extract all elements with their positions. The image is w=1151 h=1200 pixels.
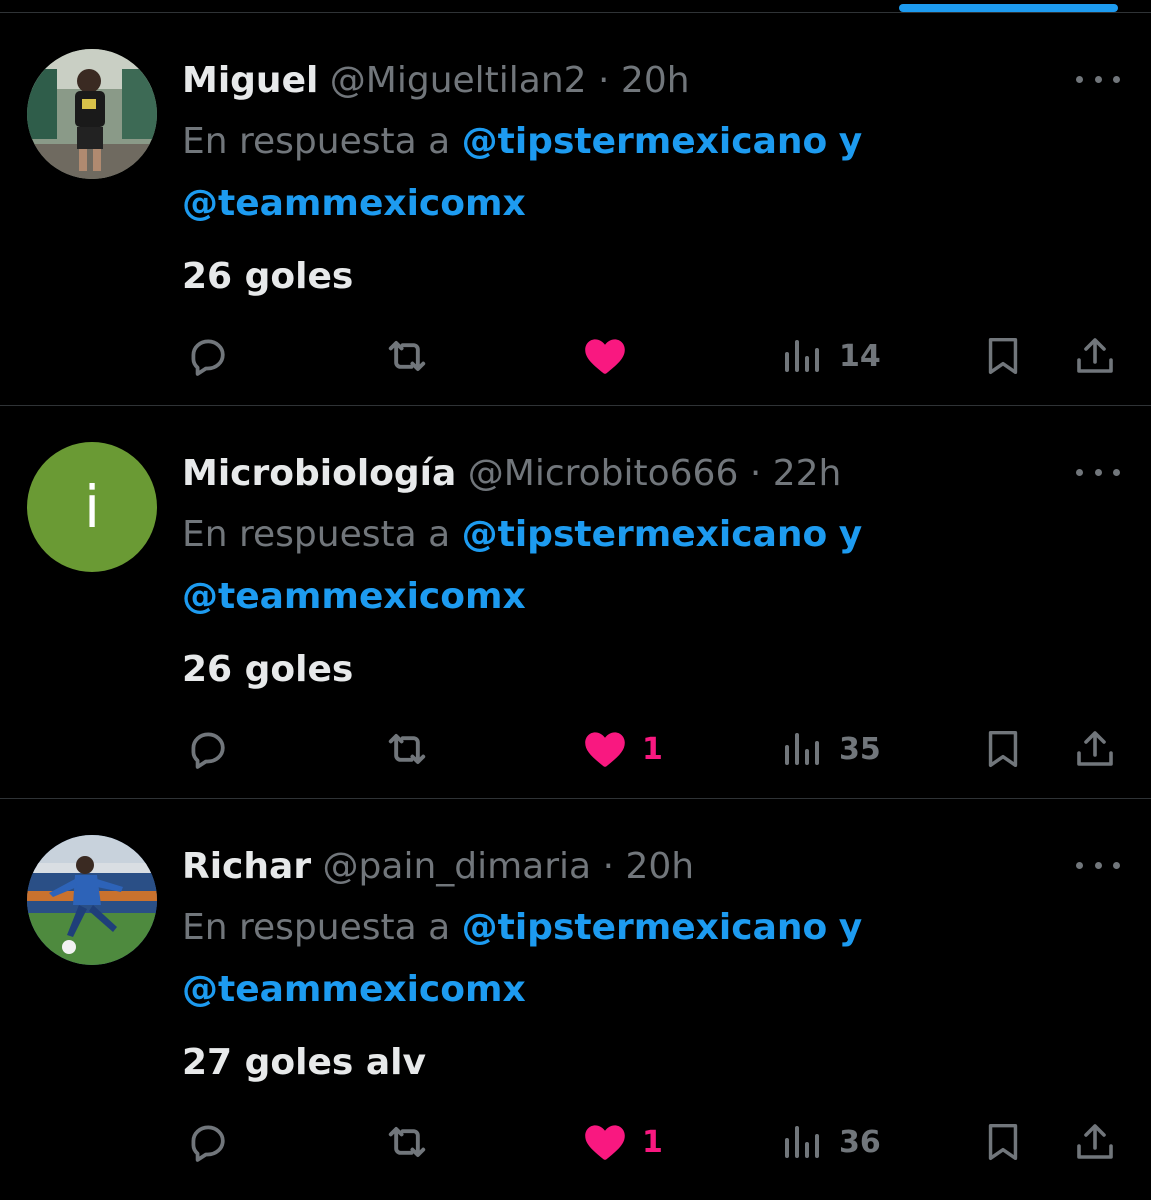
- retweet-button[interactable]: [381, 328, 433, 384]
- timestamp[interactable]: 20h: [621, 60, 690, 101]
- views-count: 35: [839, 731, 881, 767]
- tweet[interactable]: Richar @pain_dimaria · 20h En respuesta …: [0, 799, 1151, 1192]
- tab-indicator: [899, 4, 1118, 12]
- mention-link[interactable]: @teammexicomx: [182, 969, 526, 1010]
- tweet-text: 27 goles alv: [182, 1042, 426, 1083]
- retweet-button[interactable]: [381, 721, 433, 777]
- tweet[interactable]: Miguel @Migueltilan2 · 20h En respuesta …: [0, 13, 1151, 406]
- tweet-header: Miguel @Migueltilan2 · 20h: [182, 53, 690, 109]
- reply-and: y: [838, 121, 863, 162]
- views-icon: [785, 733, 819, 765]
- display-name[interactable]: Richar: [182, 846, 311, 887]
- reply-context: En respuesta a @tipstermexicano y @teamm…: [182, 897, 982, 1021]
- share-icon: [1077, 731, 1113, 766]
- bookmark-button[interactable]: [980, 1114, 1026, 1170]
- heart-filled-icon: [585, 339, 625, 374]
- timestamp[interactable]: 22h: [773, 453, 842, 494]
- reply-icon: [191, 732, 225, 769]
- heart-filled-icon: [585, 1125, 625, 1160]
- views-icon: [785, 1126, 819, 1158]
- user-handle[interactable]: @Migueltilan2: [330, 60, 587, 101]
- reply-thread: Miguel @Migueltilan2 · 20h En respuesta …: [0, 0, 1151, 1200]
- views-icon: [785, 340, 819, 372]
- reply-prefix: En respuesta a: [182, 121, 451, 162]
- display-name[interactable]: Microbiología: [182, 453, 456, 494]
- retweet-button[interactable]: [381, 1114, 433, 1170]
- reply-button[interactable]: [183, 721, 233, 777]
- tweet-text: 26 goles: [182, 256, 354, 297]
- tweet[interactable]: i Microbiología @Microbito666 · 22h En r…: [0, 406, 1151, 799]
- bookmark-button[interactable]: [980, 328, 1026, 384]
- tweet-header: Richar @pain_dimaria · 20h: [182, 839, 694, 895]
- more-options-icon[interactable]: [1076, 69, 1120, 89]
- avatar-photo: [27, 49, 157, 179]
- avatar-letter: i: [27, 442, 157, 572]
- share-button[interactable]: [1071, 721, 1119, 777]
- tweet-header: Microbiología @Microbito666 · 22h: [182, 446, 841, 502]
- reply-and: y: [838, 907, 863, 948]
- share-button[interactable]: [1071, 328, 1119, 384]
- reply-button[interactable]: [183, 1114, 233, 1170]
- tweet-text: 26 goles: [182, 649, 354, 690]
- retweet-icon: [388, 734, 426, 764]
- user-handle[interactable]: @pain_dimaria: [323, 846, 592, 887]
- bookmark-icon: [988, 1123, 1018, 1161]
- retweet-icon: [388, 341, 426, 371]
- mention-link[interactable]: @teammexicomx: [182, 576, 526, 617]
- like-count: 1: [642, 1124, 663, 1160]
- reply-and: y: [838, 514, 863, 555]
- avatar[interactable]: i: [27, 442, 157, 572]
- more-options-icon[interactable]: [1076, 855, 1120, 875]
- bookmark-icon: [988, 337, 1018, 375]
- views-button[interactable]: 36: [779, 1114, 881, 1170]
- reply-context: En respuesta a @tipstermexicano y @teamm…: [182, 111, 982, 235]
- avatar[interactable]: [27, 835, 157, 965]
- heart-filled-icon: [585, 732, 625, 767]
- like-count: 1: [642, 731, 663, 767]
- avatar[interactable]: [27, 49, 157, 179]
- reply-icon: [191, 1125, 225, 1162]
- bookmark-button[interactable]: [980, 721, 1026, 777]
- reply-prefix: En respuesta a: [182, 514, 451, 555]
- reply-button[interactable]: [183, 328, 233, 384]
- views-count: 36: [839, 1124, 881, 1160]
- share-icon: [1077, 1124, 1113, 1159]
- like-button[interactable]: [580, 328, 642, 384]
- retweet-icon: [388, 1127, 426, 1157]
- share-icon: [1077, 338, 1113, 373]
- like-button[interactable]: 1: [580, 721, 663, 777]
- mention-link[interactable]: @tipstermexicano: [462, 514, 828, 555]
- mention-link[interactable]: @tipstermexicano: [462, 121, 828, 162]
- separator-dot: ·: [598, 60, 610, 101]
- share-button[interactable]: [1071, 1114, 1119, 1170]
- more-options-icon[interactable]: [1076, 462, 1120, 482]
- reply-icon: [191, 339, 225, 376]
- display-name[interactable]: Miguel: [182, 60, 318, 101]
- separator-dot: ·: [602, 846, 615, 887]
- bookmark-icon: [988, 730, 1018, 768]
- mention-link[interactable]: @teammexicomx: [182, 183, 526, 224]
- views-button[interactable]: 35: [779, 721, 881, 777]
- reply-prefix: En respuesta a: [182, 907, 451, 948]
- mention-link[interactable]: @tipstermexicano: [462, 907, 828, 948]
- views-count: 14: [839, 338, 881, 374]
- views-button[interactable]: 14: [779, 328, 881, 384]
- timestamp[interactable]: 20h: [625, 846, 694, 887]
- like-button[interactable]: 1: [580, 1114, 663, 1170]
- reply-context: En respuesta a @tipstermexicano y @teamm…: [182, 504, 982, 628]
- avatar-photo: [27, 835, 157, 965]
- user-handle[interactable]: @Microbito666: [468, 453, 739, 494]
- separator-dot: ·: [749, 453, 762, 494]
